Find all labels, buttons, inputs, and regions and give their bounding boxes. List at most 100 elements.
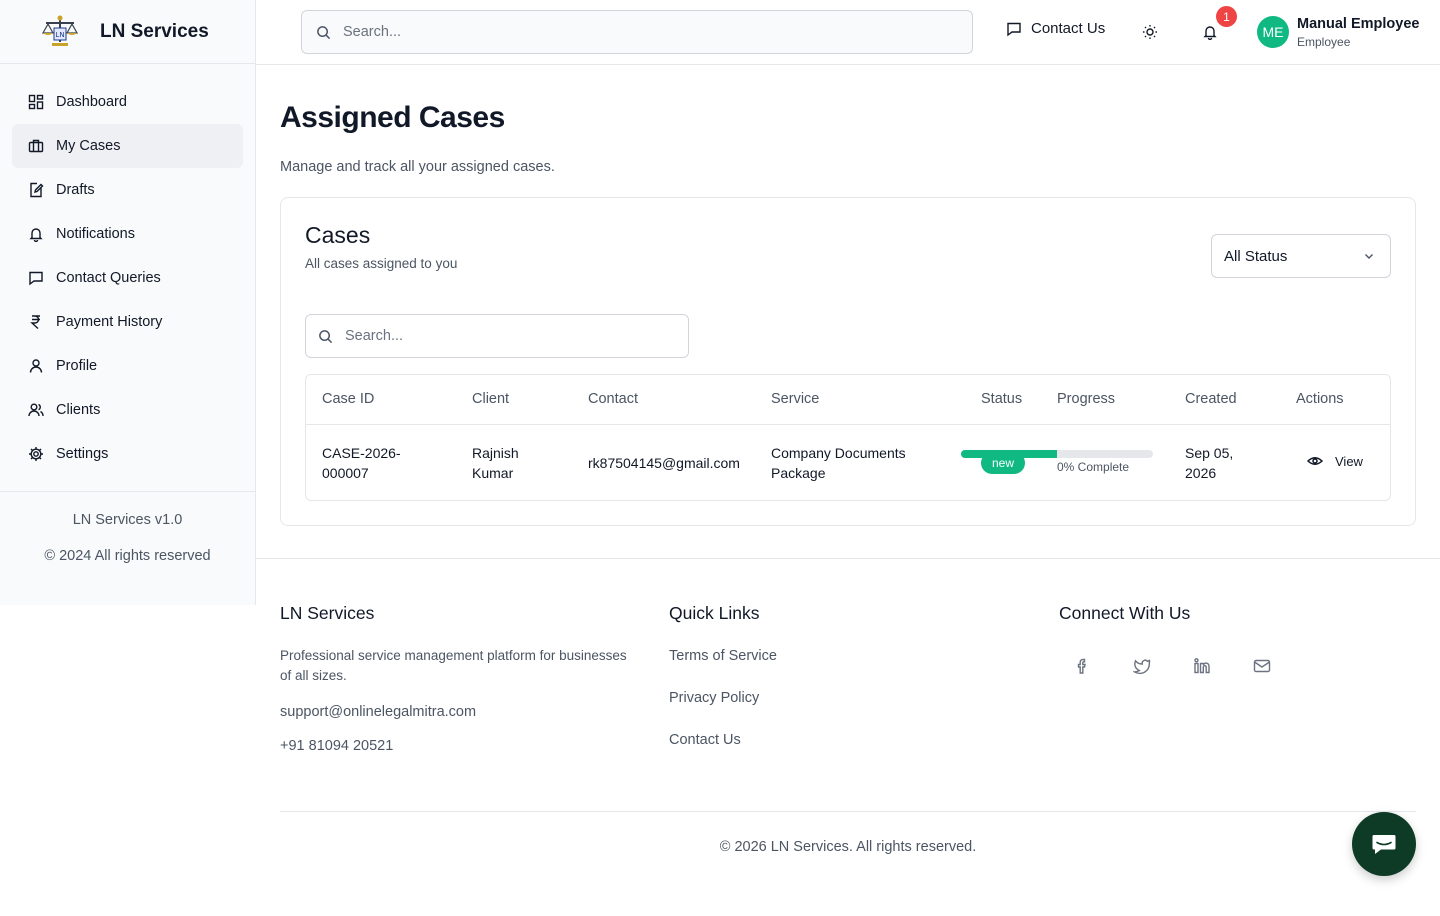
status-badge: new (981, 452, 1025, 474)
linkedin-link[interactable] (1179, 654, 1239, 678)
bell-icon[interactable] (1202, 24, 1218, 40)
global-search[interactable] (301, 10, 973, 54)
users-icon (28, 403, 44, 417)
cell-client: Rajnish Kumar (472, 445, 519, 481)
sidebar-item-drafts[interactable]: Drafts (12, 168, 243, 212)
sidebar-item-label: My Cases (56, 138, 121, 154)
footer-divider (280, 811, 1416, 812)
notification-badge: 1 (1216, 6, 1237, 27)
column-header-service[interactable]: Service (771, 391, 819, 407)
twitter-link[interactable] (1119, 654, 1179, 678)
draft-edit-icon (30, 182, 44, 198)
footer-link-contact[interactable]: Contact Us (669, 732, 777, 748)
mail-link[interactable] (1239, 654, 1299, 678)
footer-link-privacy[interactable]: Privacy Policy (669, 690, 777, 706)
message-icon (29, 271, 43, 286)
sidebar-nav: Dashboard My Cases Drafts Notifications … (0, 64, 255, 492)
contact-us-button[interactable]: Contact Us (1006, 20, 1105, 37)
column-header-status[interactable]: Status (981, 391, 1022, 407)
footer-description: Professional service management platform… (280, 648, 627, 683)
cases-card-title: Cases (305, 222, 371, 248)
sidebar-item-label: Profile (56, 358, 98, 374)
sidebar-item-my-cases[interactable]: My Cases (12, 124, 243, 168)
bell-icon (29, 228, 43, 242)
column-header-created[interactable]: Created (1185, 391, 1237, 407)
status-filter-value: All Status (1224, 247, 1288, 265)
sidebar-item-payment-history[interactable]: Payment History (12, 300, 243, 344)
search-icon (317, 25, 331, 39)
sidebar-copyright: © 2024 All rights reserved (44, 548, 211, 564)
main-content: Assigned Cases Manage and track all your… (280, 65, 1416, 526)
cases-search-input[interactable] (345, 328, 678, 344)
footer-about: LN Services Professional service managem… (280, 603, 635, 754)
global-search-input[interactable] (343, 24, 934, 40)
footer-connect: Connect With Us (1059, 603, 1299, 678)
column-header-case-id[interactable]: Case ID (322, 391, 374, 407)
brand[interactable]: LN LN Services (0, 0, 255, 64)
table-row[interactable]: CASE-2026-000007 Rajnish Kumar rk8750414… (306, 425, 1390, 501)
page-subtitle: Manage and track all your assigned cases… (280, 159, 555, 175)
cases-search[interactable] (305, 314, 689, 358)
column-header-client[interactable]: Client (472, 391, 509, 407)
avatar[interactable]: ME (1257, 16, 1289, 48)
sun-icon[interactable] (1142, 24, 1158, 40)
footer-phone[interactable]: +91 81094 20521 (280, 738, 635, 754)
sidebar-item-label: Contact Queries (56, 270, 161, 286)
sidebar-item-contact-queries[interactable]: Contact Queries (12, 256, 243, 300)
sidebar-item-label: Drafts (56, 182, 95, 198)
column-header-actions: Actions (1296, 391, 1344, 407)
cell-case-id: CASE-2026-000007 (322, 445, 401, 481)
facebook-icon (1077, 658, 1086, 674)
social-links (1059, 654, 1299, 678)
sidebar-item-label: Payment History (56, 314, 163, 330)
sidebar-item-label: Notifications (56, 226, 135, 242)
user-icon (29, 359, 43, 373)
brand-name: LN Services (100, 20, 209, 42)
facebook-link[interactable] (1059, 654, 1119, 678)
message-icon (1007, 22, 1021, 36)
cell-service: Company Documents Package (771, 445, 906, 481)
footer-link-terms[interactable]: Terms of Service (669, 648, 777, 664)
column-header-progress[interactable]: Progress (1057, 391, 1115, 407)
cases-card: Cases All cases assigned to you All Stat… (280, 197, 1416, 526)
sidebar-item-settings[interactable]: Settings (12, 432, 243, 476)
cases-table: Case ID Client Contact Service Status Pr… (305, 374, 1391, 501)
chat-icon (1372, 835, 1396, 854)
footer-copyright: © 2026 LN Services. All rights reserved. (719, 839, 977, 855)
status-filter-select[interactable]: All Status (1211, 234, 1391, 278)
sidebar-item-label: Settings (56, 446, 109, 462)
linkedin-icon (1194, 658, 1210, 674)
cases-card-subtitle: All cases assigned to you (305, 256, 458, 271)
sidebar-item-dashboard[interactable]: Dashboard (12, 80, 243, 124)
table-header: Case ID Client Contact Service Status Pr… (306, 375, 1390, 425)
search-icon (319, 329, 333, 343)
sidebar-item-profile[interactable]: Profile (12, 344, 243, 388)
sidebar-item-clients[interactable]: Clients (12, 388, 243, 432)
contact-us-label: Contact Us (1031, 20, 1106, 37)
user-name: Manual Employee (1297, 16, 1420, 32)
view-case-button[interactable]: View (1307, 453, 1363, 469)
chat-button[interactable] (1352, 812, 1416, 876)
cell-created: Sep 05, 2026 (1185, 445, 1234, 481)
gear-icon (29, 447, 43, 461)
column-header-contact[interactable]: Contact (588, 391, 638, 407)
user-role: Employee (1297, 35, 1351, 49)
cell-contact: rk87504145@gmail.com (588, 455, 740, 471)
footer-about-title: LN Services (280, 603, 375, 623)
svg-text:LN: LN (55, 31, 64, 39)
mail-icon (1253, 659, 1271, 673)
scales-of-justice-logo: LN (40, 14, 80, 50)
page-title: Assigned Cases (280, 101, 505, 134)
footer-connect-title: Connect With Us (1059, 603, 1191, 623)
footer-email[interactable]: support@onlinelegalmitra.com (280, 704, 635, 720)
sidebar-footer: LN Services v1.0 © 2024 All rights reser… (0, 512, 255, 564)
eye-icon (1307, 457, 1323, 465)
sidebar-item-label: Clients (56, 402, 101, 418)
sidebar-item-notifications[interactable]: Notifications (12, 212, 243, 256)
dashboard-icon (28, 94, 44, 110)
sidebar: LN LN Services Dashboard My Cases Drafts… (0, 0, 256, 605)
view-button-label: View (1335, 453, 1363, 469)
briefcase-icon (28, 139, 44, 153)
rupee-icon (30, 315, 40, 330)
page-footer: LN Services Professional service managem… (256, 558, 1440, 916)
